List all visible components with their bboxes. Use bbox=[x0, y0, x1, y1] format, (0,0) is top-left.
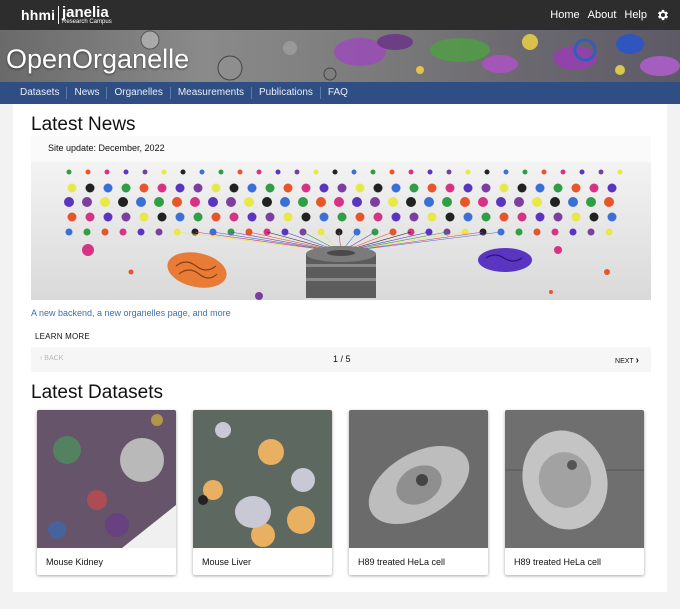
latest-datasets-heading: Latest Datasets bbox=[31, 382, 164, 403]
chevron-left-icon: ‹ bbox=[40, 355, 43, 362]
dataset-card-label: Mouse Kidney bbox=[46, 557, 104, 567]
dataset-card-label: Mouse Liver bbox=[202, 557, 252, 567]
dataset-thumbnail bbox=[37, 410, 176, 548]
logo-hhmi: hhmi bbox=[21, 7, 56, 23]
page-indicator: 1 / 5 bbox=[333, 354, 351, 364]
news-carousel: Site update: December, 2022 bbox=[31, 136, 651, 300]
home-link[interactable]: Home bbox=[550, 9, 579, 21]
learn-more-button[interactable]: LEARN MORE bbox=[35, 332, 90, 341]
dataset-card[interactable]: H89 treated HeLa cell bbox=[349, 410, 488, 575]
news-item-title: Site update: December, 2022 bbox=[48, 143, 165, 153]
main-nav: Datasets News Organelles Measurements Pu… bbox=[0, 82, 680, 104]
latest-news-heading: Latest News bbox=[31, 114, 136, 135]
help-link[interactable]: Help bbox=[624, 9, 647, 21]
dataset-card-label: H89 treated HeLa cell bbox=[358, 557, 446, 567]
back-label: BACK bbox=[44, 355, 64, 362]
back-button[interactable]: ‹ BACK bbox=[40, 355, 63, 362]
dataset-card-label: H89 treated HeLa cell bbox=[514, 557, 602, 567]
news-headline-link[interactable]: A new backend, a new organelles page, an… bbox=[31, 308, 231, 318]
logo-subtitle: Research Campus bbox=[62, 19, 112, 25]
nav-faq[interactable]: FAQ bbox=[319, 87, 355, 99]
nav-publications[interactable]: Publications bbox=[250, 87, 320, 99]
hero-banner: OpenOrganelle bbox=[0, 30, 680, 82]
dataset-thumbnail bbox=[349, 410, 488, 548]
nav-organelles[interactable]: Organelles bbox=[106, 87, 169, 99]
news-illustration[interactable] bbox=[31, 162, 651, 300]
dataset-thumbnail bbox=[193, 410, 332, 548]
chevron-right-icon: › bbox=[635, 355, 639, 366]
top-nav: Home About Help bbox=[542, 0, 670, 30]
dataset-card[interactable]: Mouse Liver bbox=[193, 410, 332, 575]
dataset-card[interactable]: Mouse Kidney bbox=[37, 410, 176, 575]
main-content: Latest News Site update: December, 2022 bbox=[13, 104, 667, 592]
logo-divider bbox=[58, 6, 59, 24]
top-bar: hhmi janelia Research Campus Home About … bbox=[0, 0, 680, 30]
dataset-card[interactable]: H89 treated HeLa cell bbox=[505, 410, 644, 575]
nav-news[interactable]: News bbox=[66, 87, 106, 99]
gear-icon[interactable] bbox=[656, 8, 670, 22]
nav-measurements[interactable]: Measurements bbox=[169, 87, 251, 99]
next-label: NEXT bbox=[615, 358, 634, 365]
dataset-thumbnail bbox=[505, 410, 644, 548]
news-pager: ‹ BACK 1 / 5 NEXT › bbox=[31, 347, 651, 372]
nav-datasets[interactable]: Datasets bbox=[0, 87, 66, 99]
site-title: OpenOrganelle bbox=[6, 44, 190, 74]
next-button[interactable]: NEXT › bbox=[615, 355, 639, 366]
about-link[interactable]: About bbox=[588, 9, 617, 21]
